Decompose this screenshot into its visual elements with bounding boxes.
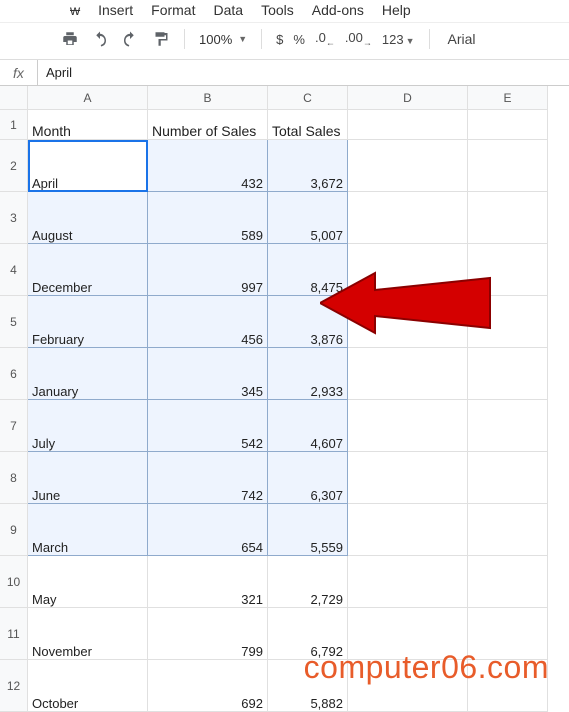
cell-a1[interactable]: Month — [28, 110, 148, 140]
menu-item-data[interactable]: Data — [213, 2, 243, 18]
cell[interactable] — [348, 452, 468, 504]
cell[interactable]: 3,876 — [268, 296, 348, 348]
cell[interactable]: 5,007 — [268, 192, 348, 244]
cell[interactable]: February — [28, 296, 148, 348]
decrease-decimal-button[interactable]: .0← — [315, 30, 335, 48]
more-formats-dropdown[interactable]: 123▼ — [382, 32, 415, 47]
menu-item-addons[interactable]: Add-ons — [312, 2, 364, 18]
spreadsheet-grid[interactable]: A B C D E 1 Month Number of Sales Total … — [0, 86, 569, 712]
col-header-c[interactable]: C — [268, 86, 348, 110]
cell[interactable] — [468, 348, 548, 400]
increase-decimal-button[interactable]: .00→ — [345, 30, 372, 48]
cell-c2[interactable]: 3,672 — [268, 140, 348, 192]
menu-item-help[interactable]: Help — [382, 2, 411, 18]
cell[interactable] — [348, 348, 468, 400]
menu-item-tools[interactable]: Tools — [261, 2, 294, 18]
cell[interactable] — [348, 504, 468, 556]
cell-c1[interactable]: Total Sales — [268, 110, 348, 140]
cell[interactable]: 997 — [148, 244, 268, 296]
cell[interactable]: 654 — [148, 504, 268, 556]
fx-label: fx — [0, 60, 38, 85]
row-header[interactable]: 5 — [0, 296, 28, 348]
cell[interactable]: 692 — [148, 660, 268, 712]
cell-b1[interactable]: Number of Sales — [148, 110, 268, 140]
cell[interactable]: October — [28, 660, 148, 712]
redo-icon[interactable] — [120, 29, 140, 49]
cell[interactable]: June — [28, 452, 148, 504]
cell[interactable]: 345 — [148, 348, 268, 400]
select-all-corner[interactable] — [0, 86, 28, 110]
cell[interactable] — [348, 244, 468, 296]
menu-bar: w Insert Format Data Tools Add-ons Help — [0, 0, 569, 23]
row-header[interactable]: 9 — [0, 504, 28, 556]
row-header[interactable]: 6 — [0, 348, 28, 400]
undo-icon[interactable] — [90, 29, 110, 49]
cell[interactable]: August — [28, 192, 148, 244]
cell-b2[interactable]: 432 — [148, 140, 268, 192]
cell[interactable]: 5,559 — [268, 504, 348, 556]
cell[interactable]: 742 — [148, 452, 268, 504]
cell-d1[interactable] — [348, 110, 468, 140]
cell-e1[interactable] — [468, 110, 548, 140]
zoom-value: 100% — [199, 32, 232, 47]
cell[interactable]: 2,933 — [268, 348, 348, 400]
col-header-a[interactable]: A — [28, 86, 148, 110]
cell[interactable]: May — [28, 556, 148, 608]
print-icon[interactable] — [60, 29, 80, 49]
row-header[interactable]: 2 — [0, 140, 28, 192]
cell[interactable]: July — [28, 400, 148, 452]
cell[interactable]: 542 — [148, 400, 268, 452]
formula-input[interactable]: April — [38, 60, 569, 85]
watermark-text: computer06.com — [304, 649, 549, 686]
cell[interactable] — [468, 296, 548, 348]
col-header-d[interactable]: D — [348, 86, 468, 110]
cell[interactable]: 2,729 — [268, 556, 348, 608]
cell[interactable] — [468, 452, 548, 504]
zoom-dropdown[interactable]: 100% ▼ — [199, 32, 247, 47]
cell[interactable] — [468, 192, 548, 244]
menu-item[interactable]: w — [70, 2, 80, 18]
cell[interactable]: November — [28, 608, 148, 660]
cell[interactable]: 6,307 — [268, 452, 348, 504]
row-header[interactable]: 7 — [0, 400, 28, 452]
cell[interactable] — [348, 400, 468, 452]
cell[interactable]: 321 — [148, 556, 268, 608]
row-header[interactable]: 12 — [0, 660, 28, 712]
cell[interactable] — [468, 400, 548, 452]
cell[interactable]: 456 — [148, 296, 268, 348]
cell[interactable]: 8,475 — [268, 244, 348, 296]
row-header[interactable]: 1 — [0, 110, 28, 140]
toolbar: 100% ▼ $ % .0← .00→ 123▼ Arial — [0, 23, 569, 60]
col-header-b[interactable]: B — [148, 86, 268, 110]
col-header-e[interactable]: E — [468, 86, 548, 110]
cell[interactable]: 799 — [148, 608, 268, 660]
row-header[interactable]: 11 — [0, 608, 28, 660]
cell[interactable] — [468, 556, 548, 608]
cell[interactable] — [348, 140, 468, 192]
cell[interactable]: March — [28, 504, 148, 556]
menu-item-insert[interactable]: Insert — [98, 2, 133, 18]
row-header[interactable]: 8 — [0, 452, 28, 504]
cell[interactable] — [348, 192, 468, 244]
cell[interactable] — [348, 296, 468, 348]
paint-format-icon[interactable] — [150, 29, 170, 49]
row-header[interactable]: 4 — [0, 244, 28, 296]
cell[interactable] — [468, 140, 548, 192]
cell[interactable] — [468, 504, 548, 556]
cell[interactable]: 4,607 — [268, 400, 348, 452]
cell[interactable]: December — [28, 244, 148, 296]
menu-item-format[interactable]: Format — [151, 2, 195, 18]
cell-a2[interactable]: April — [28, 140, 148, 192]
cell[interactable]: 589 — [148, 192, 268, 244]
cell[interactable] — [468, 244, 548, 296]
font-family-dropdown[interactable]: Arial — [444, 31, 476, 47]
row-header[interactable]: 10 — [0, 556, 28, 608]
cell[interactable] — [348, 556, 468, 608]
formula-bar: fx April — [0, 60, 569, 86]
cell[interactable]: January — [28, 348, 148, 400]
chevron-down-icon: ▼ — [238, 34, 247, 44]
percent-button[interactable]: % — [293, 32, 305, 47]
currency-button[interactable]: $ — [276, 32, 283, 47]
row-header[interactable]: 3 — [0, 192, 28, 244]
